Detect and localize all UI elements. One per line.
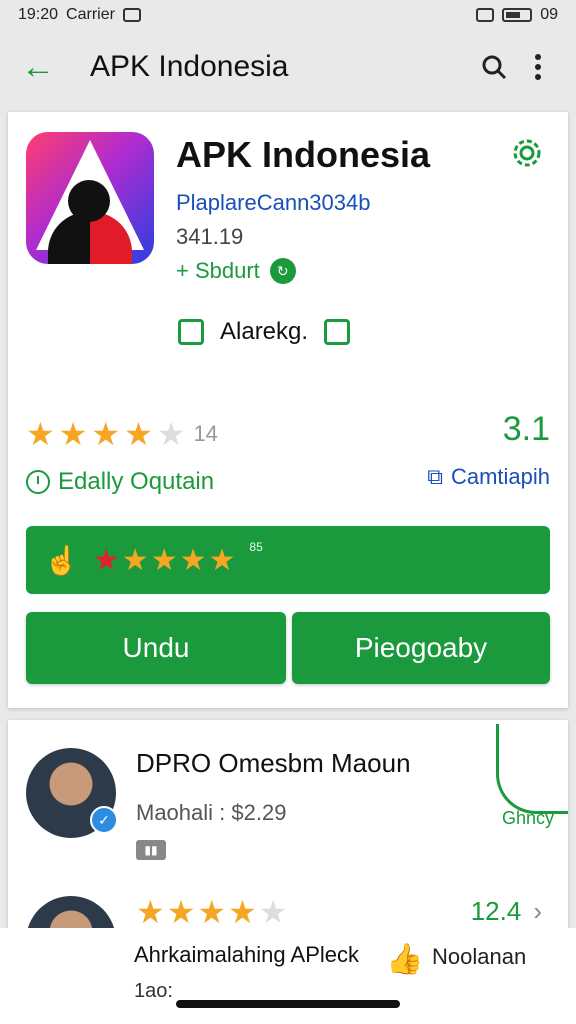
tag-icon: ▮▮ xyxy=(136,840,166,860)
rate-bar[interactable]: ☝ ★ ★ ★ ★ ★ 85 xyxy=(26,526,550,594)
developer-link[interactable]: PlaplareCann3034b xyxy=(176,190,371,216)
list-item-score[interactable]: 12.4 › xyxy=(471,896,542,927)
download-button[interactable]: Undu xyxy=(26,612,286,684)
app-version: 341.19 xyxy=(176,224,244,249)
gear-icon[interactable] xyxy=(510,136,544,170)
app-logo-icon xyxy=(26,132,154,264)
star-icon: ★ xyxy=(121,543,149,577)
list-item-title[interactable]: DPRO Omesbm Maoun xyxy=(136,748,411,779)
banner-right-text[interactable]: Noolanan xyxy=(432,944,526,970)
thumbs-up-icon[interactable]: 👍 xyxy=(386,942,423,977)
star-empty-icon: ★ xyxy=(156,416,186,452)
back-icon[interactable]: ← xyxy=(16,45,60,89)
star-icon: ★ xyxy=(166,894,196,930)
star-empty-icon: ★ xyxy=(258,894,288,930)
battery-level: 09 xyxy=(540,6,558,23)
app-bar: ← APK Indonesia xyxy=(0,30,576,104)
rate-count: 85 xyxy=(249,540,263,554)
status-time: 19:20 xyxy=(18,6,59,23)
banner-sub: 1ao: xyxy=(134,980,173,1002)
banner-text: Ahrkaimalahing APleck xyxy=(134,942,360,967)
option-row: Alarekg. xyxy=(178,318,351,346)
bottom-banner: Ahrkaimalahing APleck 1ao: 👍 Noolanan xyxy=(0,928,576,1024)
promo-icon[interactable] xyxy=(496,724,568,814)
more-vert-icon[interactable] xyxy=(516,45,560,89)
star-icon: ★ xyxy=(197,894,227,930)
star-icon: ★ xyxy=(91,416,121,452)
search-icon[interactable] xyxy=(472,45,516,89)
list-item-stars: ★ ★ ★ ★ ★ xyxy=(136,896,287,928)
app-name: APK Indonesia xyxy=(176,134,431,175)
star-icon: ★ xyxy=(58,416,88,452)
star-icon: ★ xyxy=(179,543,207,577)
star-icon: ★ xyxy=(208,543,236,577)
carrier-label: Carrier xyxy=(66,6,115,23)
list-item-price: Maohali : $2.29 xyxy=(136,800,287,825)
rating-stars: ★ ★ ★ ★ ★ 14 xyxy=(26,418,218,450)
home-indicator[interactable] xyxy=(176,1000,400,1008)
touch-icon: ☝ xyxy=(44,544,79,576)
page-title: APK Indonesia xyxy=(90,50,289,83)
subscribe-label: + Sbdurt xyxy=(176,258,260,283)
battery-icon xyxy=(502,8,533,22)
wifi-icon xyxy=(476,8,495,22)
app-detail-card: APK Indonesia PlaplareCann3034b 341.19 +… xyxy=(8,112,568,708)
star-icon: ★ xyxy=(92,543,120,577)
star-icon: ★ xyxy=(150,543,178,577)
star-icon: ★ xyxy=(228,894,257,930)
clock-icon xyxy=(26,470,50,494)
rate-stars[interactable]: ★ ★ ★ ★ ★ xyxy=(93,543,236,578)
daily-label: Edally Oqutain xyxy=(26,468,214,496)
status-bar: 19:20 Carrier 09 xyxy=(0,0,576,30)
avatar[interactable]: ✓ xyxy=(26,748,118,838)
star-icon: ★ xyxy=(136,894,165,930)
score-text: 12.4 xyxy=(470,896,522,926)
twitter-icon: ✓ xyxy=(90,806,118,834)
score-value: 3.1 xyxy=(502,410,550,448)
compat-link[interactable]: ⧉ Camtiapih xyxy=(427,464,550,490)
compat-text: Camtiapih xyxy=(450,464,550,489)
promo-label[interactable]: Ghncy xyxy=(502,808,554,829)
signal-icon xyxy=(122,8,141,22)
info-badge-icon: ↻ xyxy=(269,258,296,284)
daily-text: Edally Oqutain xyxy=(58,468,215,495)
chevron-right-icon: › xyxy=(533,896,542,926)
checkbox-left[interactable] xyxy=(178,319,204,345)
rating-count: 14 xyxy=(193,421,218,446)
option-label: Alarekg. xyxy=(220,318,309,345)
star-icon: ★ xyxy=(26,416,55,452)
checkbox-right[interactable] xyxy=(324,319,351,345)
subscribe-button[interactable]: + Sbdurt ↻ xyxy=(176,258,296,284)
device-icon: ⧉ xyxy=(427,464,443,489)
star-icon: ★ xyxy=(124,416,153,452)
program-button[interactable]: Pieogoaby xyxy=(292,612,550,684)
